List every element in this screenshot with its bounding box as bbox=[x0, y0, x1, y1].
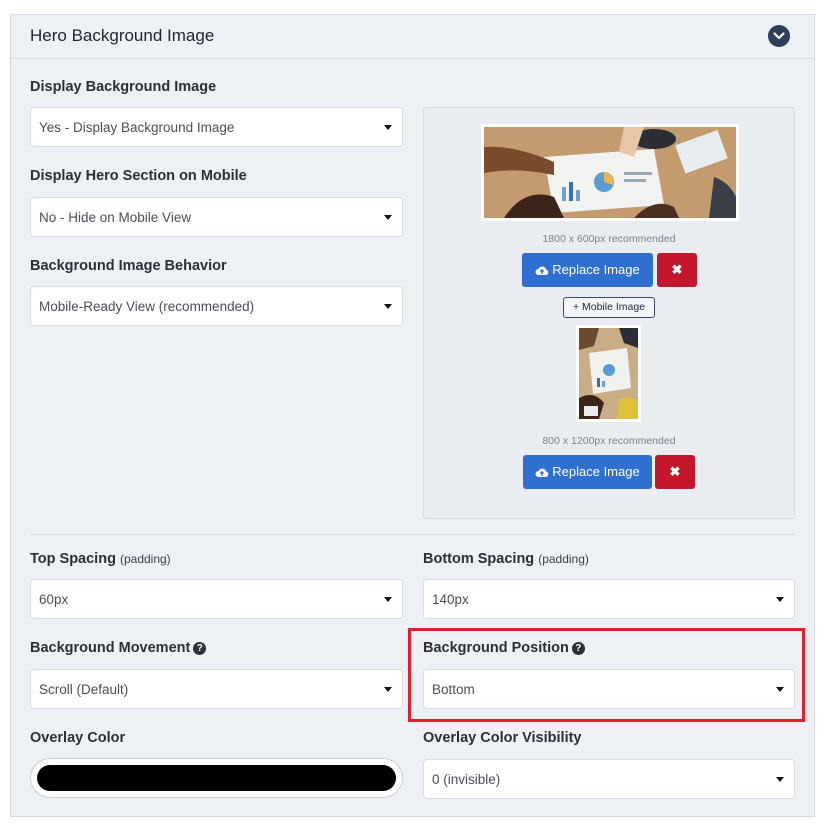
overlay-visibility-label: Overlay Color Visibility bbox=[423, 730, 582, 746]
caret-down-icon bbox=[776, 777, 784, 782]
bottom-spacing-select[interactable]: 140px bbox=[423, 579, 795, 619]
desktop-size-hint: 1800 x 600px recommended bbox=[542, 233, 676, 245]
bottom-spacing-sub: (padding) bbox=[538, 552, 589, 566]
display-mobile-label: Display Hero Section on Mobile bbox=[30, 168, 247, 184]
bg-movement-select[interactable]: Scroll (Default) bbox=[30, 669, 403, 709]
bg-behavior-select[interactable]: Mobile-Ready View (recommended) bbox=[30, 286, 403, 326]
remove-desktop-image-button[interactable]: ✖ bbox=[657, 253, 697, 287]
bg-behavior-value: Mobile-Ready View (recommended) bbox=[39, 299, 255, 314]
overlay-color-label: Overlay Color bbox=[30, 730, 126, 746]
top-spacing-select[interactable]: 60px bbox=[30, 579, 403, 619]
display-bg-value: Yes - Display Background Image bbox=[39, 120, 235, 135]
overlay-color-picker[interactable] bbox=[30, 758, 403, 798]
highlight-box bbox=[408, 628, 805, 722]
section-divider bbox=[30, 534, 795, 535]
top-spacing-label-text: Top Spacing bbox=[30, 551, 116, 567]
x-icon: ✖ bbox=[669, 464, 681, 479]
cloud-upload-icon bbox=[535, 468, 549, 477]
bg-movement-label-text: Background Movement bbox=[30, 640, 191, 656]
remove-mobile-image-button[interactable]: ✖ bbox=[655, 455, 695, 489]
top-spacing-value: 60px bbox=[39, 592, 69, 607]
mobile-image-preview bbox=[576, 325, 641, 422]
replace-desktop-label: Replace Image bbox=[552, 262, 640, 277]
display-mobile-select[interactable]: No - Hide on Mobile View bbox=[30, 197, 403, 237]
x-icon: ✖ bbox=[671, 262, 683, 277]
caret-down-icon bbox=[384, 215, 392, 220]
cloud-upload-icon bbox=[535, 266, 549, 275]
bottom-spacing-label: Bottom Spacing (padding) bbox=[423, 551, 589, 567]
caret-down-icon bbox=[384, 687, 392, 692]
top-spacing-sub: (padding) bbox=[119, 552, 171, 566]
mobile-size-hint: 800 x 1200px recommended bbox=[542, 435, 676, 447]
display-mobile-value: No - Hide on Mobile View bbox=[39, 210, 192, 225]
replace-desktop-image-button[interactable]: Replace Image bbox=[522, 253, 653, 287]
caret-down-icon bbox=[384, 125, 392, 130]
bg-movement-value: Scroll (Default) bbox=[39, 682, 129, 697]
chevron-down-icon[interactable] bbox=[768, 25, 790, 47]
top-spacing-label: Top Spacing (padding) bbox=[30, 551, 171, 567]
desktop-image-preview bbox=[481, 124, 739, 221]
bg-behavior-label: Background Image Behavior bbox=[30, 258, 227, 274]
caret-down-icon bbox=[384, 304, 392, 309]
caret-down-icon bbox=[384, 597, 392, 602]
replace-mobile-label: Replace Image bbox=[552, 464, 640, 479]
display-bg-select[interactable]: Yes - Display Background Image bbox=[30, 107, 403, 147]
overlay-visibility-value: 0 (invisible) bbox=[432, 772, 501, 787]
caret-down-icon bbox=[776, 597, 784, 602]
question-circle-icon[interactable]: ? bbox=[193, 642, 207, 655]
add-mobile-image-button[interactable]: + Mobile Image bbox=[563, 297, 655, 318]
bottom-spacing-label-text: Bottom Spacing bbox=[423, 551, 535, 567]
overlay-color-fill bbox=[37, 765, 396, 791]
bottom-spacing-value: 140px bbox=[432, 592, 469, 607]
bg-movement-label: Background Movement? bbox=[30, 640, 207, 656]
panel-header[interactable]: Hero Background Image bbox=[11, 15, 814, 59]
replace-mobile-image-button[interactable]: Replace Image bbox=[523, 455, 652, 489]
overlay-visibility-select[interactable]: 0 (invisible) bbox=[423, 759, 795, 799]
display-bg-label: Display Background Image bbox=[30, 79, 217, 95]
panel-title: Hero Background Image bbox=[30, 26, 215, 45]
